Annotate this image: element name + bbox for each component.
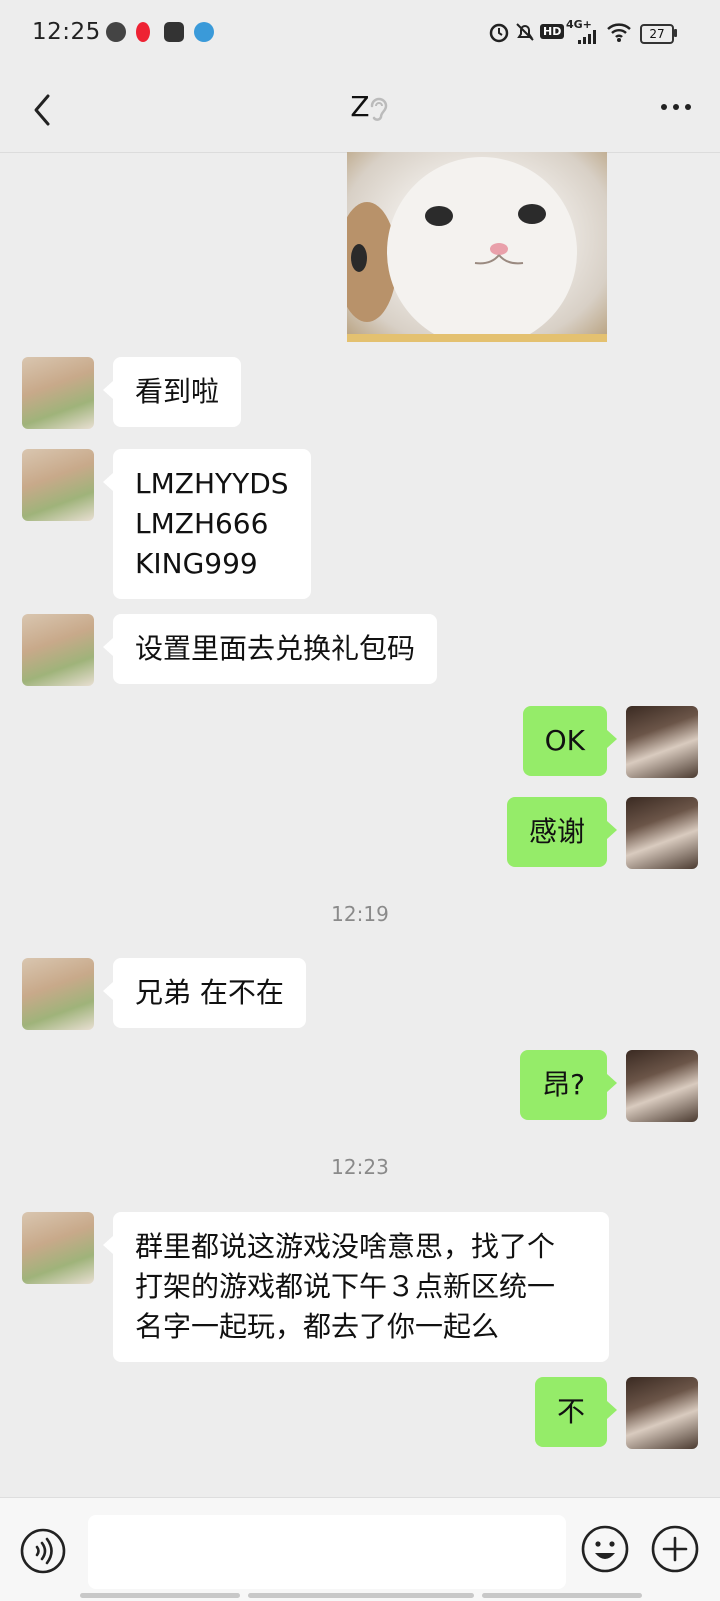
app-notification-icon	[164, 22, 184, 42]
contact-avatar[interactable]	[22, 958, 94, 1030]
incoming-message[interactable]: 看到啦	[102, 357, 242, 427]
outgoing-message[interactable]: 不	[534, 1377, 618, 1447]
contact-avatar[interactable]	[22, 1212, 94, 1284]
gesture-bar	[80, 1593, 240, 1598]
wifi-icon	[607, 23, 631, 42]
emoji-icon[interactable]	[580, 1524, 630, 1574]
mute-icon	[516, 23, 534, 41]
chat-messages[interactable]: 看到啦 LMZHYYDS LMZH666 KING999 设置里面去兑换礼包码 …	[0, 152, 720, 1497]
app-notification-icon	[136, 22, 150, 42]
input-bar	[0, 1497, 720, 1601]
my-avatar[interactable]	[626, 706, 698, 778]
incoming-message[interactable]: 群里都说这游戏没啥意思，找了个 打架的游戏都说下午３点新区统一 名字一起玩，都去…	[103, 1212, 609, 1362]
my-avatar[interactable]	[626, 1050, 698, 1122]
my-avatar[interactable]	[626, 797, 698, 869]
outgoing-message[interactable]: 感谢	[506, 797, 618, 867]
gesture-bar	[482, 1593, 642, 1598]
contact-avatar[interactable]	[22, 449, 94, 521]
outgoing-message[interactable]: 昂?	[520, 1050, 617, 1120]
outgoing-message[interactable]: OK	[522, 706, 618, 776]
contact-avatar[interactable]	[22, 614, 94, 686]
signal-icon	[578, 30, 596, 44]
incoming-message[interactable]: LMZHYYDS LMZH666 KING999	[103, 449, 311, 599]
ellipsis-icon[interactable]	[656, 98, 696, 122]
battery-level: 27	[649, 27, 665, 41]
gesture-bar	[248, 1593, 474, 1598]
hd-badge: HD	[540, 24, 565, 39]
status-bar: 12:25 HD 4G+ 27	[0, 0, 720, 68]
alarm-icon	[489, 23, 509, 43]
incoming-message[interactable]: 兄弟 在不在	[103, 958, 306, 1028]
my-avatar[interactable]	[626, 1377, 698, 1449]
battery-indicator: 27	[640, 24, 674, 44]
ear-icon	[370, 97, 388, 121]
sticker-image[interactable]	[347, 152, 607, 342]
chat-header: Z	[0, 68, 720, 153]
chat-title: Z	[350, 90, 370, 123]
timestamp: 12:23	[331, 1155, 389, 1179]
app-notification-icon	[106, 22, 126, 42]
plus-icon[interactable]	[650, 1524, 700, 1574]
battery-tip	[674, 29, 677, 37]
app-notification-icon	[194, 22, 214, 42]
message-input[interactable]	[88, 1515, 566, 1589]
voice-icon[interactable]	[20, 1528, 66, 1574]
incoming-message[interactable]: 设置里面去兑换礼包码	[102, 614, 438, 684]
timestamp: 12:19	[331, 902, 389, 926]
status-time: 12:25	[32, 19, 101, 45]
contact-avatar[interactable]	[22, 357, 94, 429]
